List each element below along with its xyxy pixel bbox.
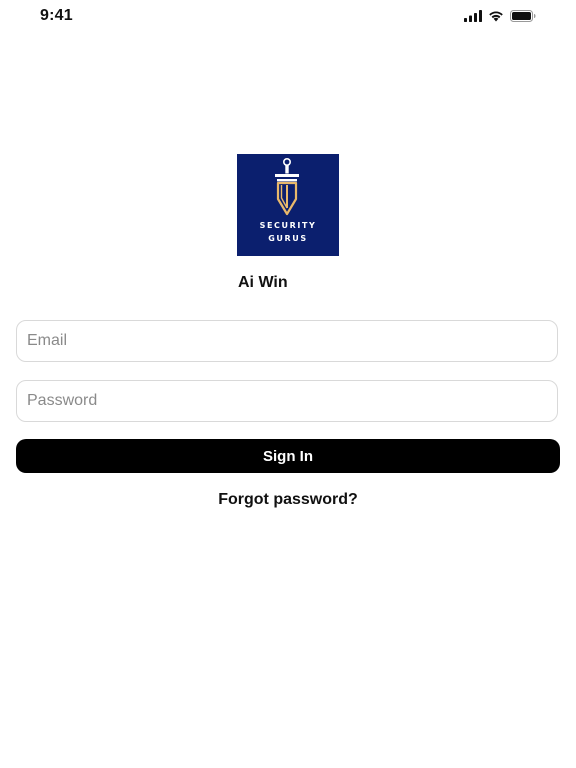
brand-name: Ai Win: [238, 274, 288, 291]
email-field-container: [16, 320, 558, 362]
battery-icon: [510, 10, 536, 22]
status-time: 9:41: [40, 7, 73, 24]
cellular-signal-icon: [464, 10, 482, 22]
sign-in-button[interactable]: Sign In: [16, 439, 560, 473]
login-screen: 9:41 SECURITY GURUS Ai Win Email Sign In…: [0, 0, 576, 768]
logo-text-line1: SECURITY: [259, 221, 317, 230]
wifi-icon: [488, 10, 504, 22]
password-field-container: [16, 380, 558, 422]
email-field[interactable]: [17, 321, 557, 361]
password-field[interactable]: [17, 381, 557, 421]
status-bar: 9:41: [0, 0, 576, 34]
status-icons: [464, 10, 536, 22]
forgot-password-link[interactable]: Forgot password?: [0, 491, 576, 509]
security-gurus-logo: SECURITY GURUS: [237, 154, 339, 256]
logo-text-line2: GURUS: [268, 234, 308, 243]
